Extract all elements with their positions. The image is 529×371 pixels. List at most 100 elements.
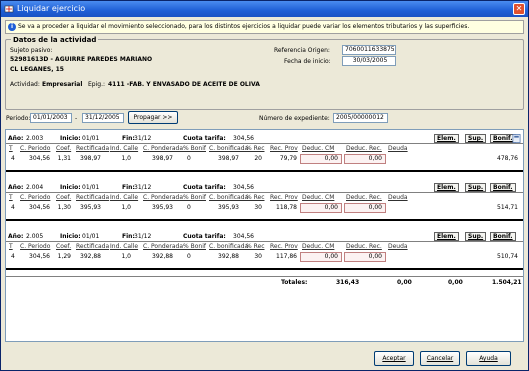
activity-group: Datos de la actividad Sujeto pasivo: 529… <box>5 36 524 110</box>
table-cell: 1,31 <box>57 155 71 162</box>
column-header: T <box>9 243 13 250</box>
year-header: Año: 2.005 Inicio: 01/01 Fin: 31/12 Cuota tari… <box>6 231 523 242</box>
window-title: Liquidar ejercicio <box>17 4 86 13</box>
actividad-value: Empresarial <box>42 81 83 88</box>
expediente-label: Número de expediente: <box>259 115 330 122</box>
table-cell: 398,97 <box>80 155 101 162</box>
table-cell: 0,00 <box>324 204 338 211</box>
table-cell: 1,29 <box>57 253 71 260</box>
column-header: C. bonificada <box>209 194 249 201</box>
sup-button[interactable]: Sup. <box>465 183 487 192</box>
bonif-button[interactable]: Bonif. <box>490 183 516 192</box>
table-cell: 304,56 <box>29 253 50 260</box>
elem-button[interactable]: Elem. <box>434 134 459 143</box>
ayuda-button[interactable]: Ayuda <box>466 351 511 366</box>
totals-deduc-rec: 0,00 <box>448 279 463 286</box>
column-header: C. Ponderada <box>143 243 184 250</box>
column-header: % Bonif <box>183 145 206 152</box>
column-header: C. Ponderada <box>143 194 184 201</box>
table-cell: 0 <box>187 253 191 260</box>
fin-label: Fin: <box>122 135 135 142</box>
column-headers: T C. Periodo Coef. Rectificada Ind. Calle C. … <box>6 194 523 203</box>
inicio-value: 01/01 <box>82 233 100 240</box>
epig-value: 4111 -FAB. Y ENVASADO DE ACEITE DE OLIVA <box>108 81 260 88</box>
table-cell: 0 <box>187 155 191 162</box>
column-header: Deduc. CM <box>302 145 335 152</box>
aceptar-button[interactable]: Aceptar <box>374 351 414 366</box>
column-header: Rec. Prov <box>270 194 298 201</box>
column-header: Deduc. Rec. <box>346 194 382 201</box>
table-cell: 0,00 <box>324 155 338 162</box>
table-cell: 1,30 <box>57 204 71 211</box>
column-header: Rectificada <box>76 194 110 201</box>
calculator-icon[interactable] <box>512 134 521 143</box>
year-block: Año: 2.005 Inicio: 01/01 Fin: 31/12 Cuota tari… <box>6 231 523 275</box>
block-separator <box>6 268 523 270</box>
sujeto-city: CL LEGANES, 15 <box>10 66 64 73</box>
cuota-label: Cuota tarifa: <box>183 135 226 142</box>
elem-button[interactable]: Elem. <box>434 232 459 241</box>
propagar-button[interactable]: Propagar >> <box>128 111 178 124</box>
close-button[interactable]: ✕ <box>513 3 525 15</box>
table-cell: 117,86 <box>276 253 297 260</box>
table-row[interactable]: 4 304,56 1,30 395,93 1,0 395,93 0 395,93 30 118,7… <box>6 203 523 214</box>
inicio-value: 01/01 <box>82 184 100 191</box>
totals-label: Totales: <box>281 279 308 286</box>
table-row[interactable]: 4 304,56 1,29 392,88 1,0 392,88 0 392,88 30 117,8… <box>6 252 523 263</box>
column-header: % Bonif <box>183 194 206 201</box>
fecha-field[interactable]: 30/03/2005 <box>342 56 396 66</box>
inicio-value: 01/01 <box>82 135 100 142</box>
column-header: Coef. <box>56 145 72 152</box>
table-cell: 395,93 <box>218 204 239 211</box>
column-header: Deuda <box>388 243 408 250</box>
fin-label: Fin: <box>122 233 135 240</box>
periodo-label: Periodo: <box>6 115 31 122</box>
table-cell: 30 <box>254 204 262 211</box>
totals-row: Totales: 316,43 0,00 0,00 1.504,21 <box>6 276 523 288</box>
table-cell: 304,56 <box>29 155 50 162</box>
ref-field[interactable]: 7060011633875 <box>342 45 396 55</box>
cuota-label: Cuota tarifa: <box>183 184 226 191</box>
fin-value: 31/12 <box>134 233 152 240</box>
column-header: Coef. <box>56 194 72 201</box>
year-value: 2.003 <box>26 135 44 142</box>
table-cell: 118,78 <box>276 204 297 211</box>
table-row[interactable]: 4 304,56 1,31 398,97 1,0 398,97 0 398,97 20 79,79… <box>6 154 523 165</box>
totals-deuda: 1.504,21 <box>492 279 522 286</box>
column-header: C. Periodo <box>20 194 51 201</box>
year-label: Año: <box>8 135 24 142</box>
column-header: % Bonif <box>183 243 206 250</box>
elem-button[interactable]: Elem. <box>434 183 459 192</box>
sup-button[interactable]: Sup. <box>465 134 487 143</box>
title-bar: Liquidar ejercicio ✕ <box>1 1 528 17</box>
periodo-to[interactable]: 31/12/2005 <box>82 113 124 123</box>
table-cell: 478,76 <box>497 155 518 162</box>
table-cell: 0,00 <box>368 204 382 211</box>
table-cell: 0 <box>187 204 191 211</box>
column-header: % Rec <box>246 243 265 250</box>
cancelar-button[interactable]: Cancelar <box>420 351 460 366</box>
bonif-button[interactable]: Bonif. <box>490 232 516 241</box>
table-cell: 392,88 <box>152 253 173 260</box>
column-header: Deuda <box>388 194 408 201</box>
column-header: C. Periodo <box>20 243 51 250</box>
column-header: Ind. Calle <box>110 243 139 250</box>
column-header: Deduc. CM <box>302 243 335 250</box>
periodo-from[interactable]: 01/01/2003 <box>30 113 72 123</box>
column-header: C. bonificada <box>209 243 249 250</box>
table-cell: 4 <box>11 253 15 260</box>
fecha-label: Fecha de inicio: <box>284 58 331 65</box>
table-cell: 398,97 <box>152 155 173 162</box>
year-value: 2.005 <box>26 233 44 240</box>
table-cell: 4 <box>11 204 15 211</box>
year-header: Año: 2.003 Inicio: 01/01 Fin: 31/12 Cuota tari… <box>6 133 523 144</box>
app-icon <box>4 5 14 13</box>
table-cell: 514,71 <box>497 204 518 211</box>
column-header: Deduc. CM <box>302 194 335 201</box>
info-text: Se va a proceder a liquidar el movimient… <box>18 23 470 30</box>
sup-button[interactable]: Sup. <box>465 232 487 241</box>
expediente-field[interactable]: 2005/00000012 <box>333 113 388 123</box>
inicio-label: Inicio: <box>60 135 81 142</box>
table-cell: 30 <box>254 253 262 260</box>
dialog-window: Liquidar ejercicio ✕ i Se va a proceder … <box>0 0 529 371</box>
